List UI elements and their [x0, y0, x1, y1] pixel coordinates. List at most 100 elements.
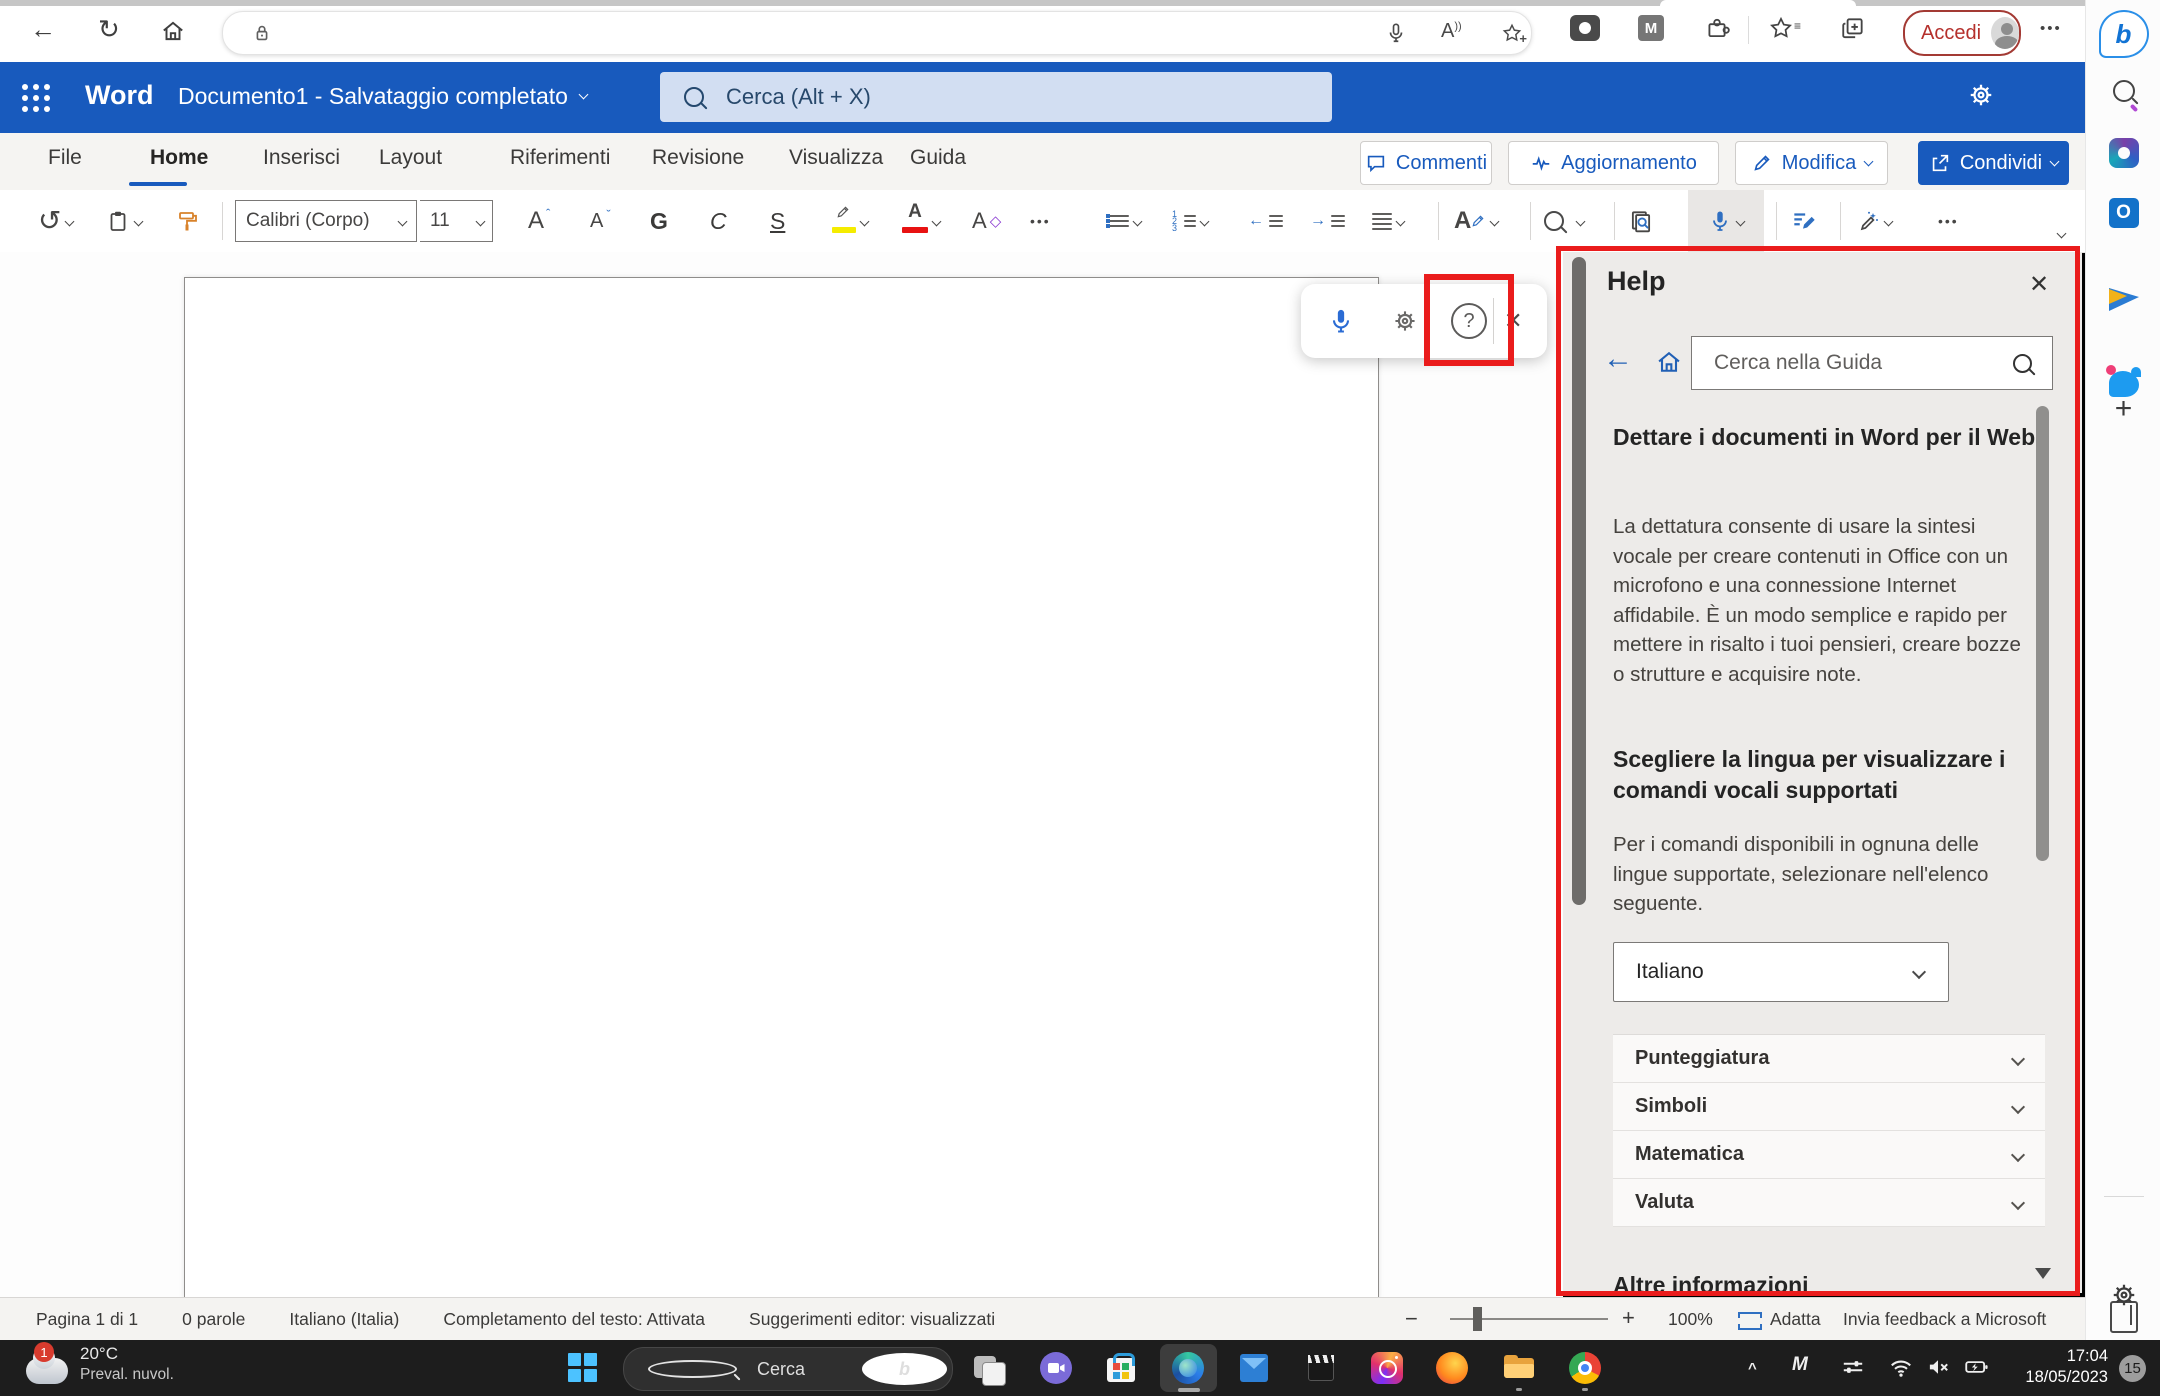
- tab-file[interactable]: File: [48, 146, 82, 170]
- extensions-puzzle-icon[interactable]: [1704, 15, 1730, 41]
- help-search-input[interactable]: [1712, 350, 2013, 376]
- dictate-button[interactable]: [1688, 190, 1764, 252]
- chat-teams-icon[interactable]: [1040, 1352, 1072, 1384]
- instagram-icon[interactable]: [1371, 1352, 1403, 1384]
- wifi-icon[interactable]: [1888, 1354, 1914, 1380]
- status-page-count[interactable]: Pagina 1 di 1: [36, 1309, 138, 1330]
- highlight-button[interactable]: [832, 190, 868, 252]
- taskbar-search-box[interactable]: Cerca b: [623, 1347, 953, 1391]
- text-effects-button[interactable]: A◇: [972, 190, 1001, 252]
- collections-icon[interactable]: [1840, 15, 1866, 41]
- document-title[interactable]: Documento1 - Salvataggio completato: [178, 83, 587, 110]
- dictation-close-icon[interactable]: ✕: [1504, 308, 1522, 334]
- extension-capture-icon[interactable]: [1570, 15, 1600, 41]
- document-page[interactable]: [184, 277, 1379, 1299]
- tab-inserisci[interactable]: Inserisci: [263, 146, 340, 170]
- sidebar-search-icon[interactable]: [2113, 80, 2135, 107]
- app-name[interactable]: Word: [85, 80, 154, 111]
- add-favorite-icon[interactable]: +: [1501, 22, 1523, 44]
- dictation-help-icon[interactable]: ?: [1451, 303, 1487, 339]
- dictation-mic-icon[interactable]: [1327, 307, 1355, 335]
- tab-guida[interactable]: Guida: [910, 146, 966, 170]
- italic-button[interactable]: C: [710, 190, 727, 252]
- volume-muted-icon[interactable]: [1925, 1354, 1951, 1380]
- paste-button[interactable]: [106, 190, 142, 252]
- chrome-icon[interactable]: [1569, 1352, 1601, 1384]
- status-editor-suggestions[interactable]: Suggerimenti editor: visualizzati: [749, 1309, 995, 1330]
- sidebar-settings-icon[interactable]: [2109, 1280, 2139, 1310]
- undo-button[interactable]: ↺: [38, 190, 73, 252]
- styles-button[interactable]: A: [1454, 190, 1498, 252]
- tab-riferimenti[interactable]: Riferimenti: [510, 146, 610, 170]
- tab-visualizza[interactable]: Visualizza: [789, 146, 883, 170]
- zoom-slider-thumb[interactable]: [1473, 1307, 1482, 1331]
- sign-in-button[interactable]: Accedi: [1903, 10, 2021, 56]
- firefox-icon[interactable]: [1436, 1352, 1468, 1384]
- outdent-button[interactable]: ←: [1248, 190, 1283, 252]
- zoom-out-button[interactable]: −: [1405, 1306, 1418, 1332]
- extension-m-icon[interactable]: M: [1638, 15, 1664, 41]
- clock[interactable]: 17:04 18/05/2023: [2025, 1346, 2108, 1388]
- tab-layout[interactable]: Layout: [379, 146, 442, 170]
- fit-width-label[interactable]: Adatta: [1770, 1309, 1821, 1330]
- toolbar-more-icon[interactable]: •••: [1938, 190, 1959, 252]
- help-scrollbar[interactable]: [2036, 406, 2049, 861]
- accordion-matematica[interactable]: Matematica: [1613, 1131, 2045, 1179]
- indent-button[interactable]: →: [1310, 190, 1345, 252]
- accordion-simboli[interactable]: Simboli: [1613, 1083, 2045, 1131]
- media-clapper-icon[interactable]: [1305, 1352, 1337, 1384]
- help-close-icon[interactable]: ✕: [2029, 270, 2049, 299]
- font-name-select[interactable]: Calibri (Corpo): [235, 190, 417, 252]
- header-search-box[interactable]: Cerca (Alt + X): [660, 72, 1332, 122]
- font-color-button[interactable]: A: [902, 190, 940, 252]
- format-painter-icon[interactable]: [176, 190, 200, 252]
- numbered-list-button[interactable]: 123: [1172, 190, 1208, 252]
- favorites-bar-icon[interactable]: ≡: [1768, 15, 1794, 41]
- immersive-reader-icon[interactable]: [1628, 190, 1654, 252]
- bullet-list-button[interactable]: [1106, 190, 1141, 252]
- help-search-box[interactable]: [1691, 336, 2053, 390]
- bing-chat-icon[interactable]: b: [2099, 10, 2149, 58]
- home-icon[interactable]: [160, 18, 186, 44]
- align-button[interactable]: [1372, 190, 1404, 252]
- zoom-level[interactable]: 100%: [1668, 1309, 1713, 1330]
- voice-search-icon[interactable]: [1385, 22, 1407, 44]
- document-scrollbar[interactable]: [1572, 257, 1586, 905]
- language-dropdown[interactable]: Italiano: [1613, 942, 1949, 1002]
- comments-button[interactable]: Commenti: [1360, 141, 1492, 185]
- status-language[interactable]: Italiano (Italia): [289, 1309, 399, 1330]
- tray-expand-icon[interactable]: ^: [1748, 1360, 1757, 1377]
- status-text-predictions[interactable]: Completamento del testo: Attivata: [443, 1309, 705, 1330]
- tray-m-icon[interactable]: M: [1792, 1354, 1808, 1376]
- start-button[interactable]: [568, 1353, 598, 1383]
- font-more-icon[interactable]: •••: [1030, 190, 1051, 252]
- feedback-link[interactable]: Invia feedback a Microsoft: [1843, 1309, 2046, 1330]
- settings-gear-icon[interactable]: [1966, 80, 1996, 110]
- tray-sliders-icon[interactable]: [1840, 1354, 1866, 1380]
- file-explorer-icon[interactable]: [1503, 1352, 1535, 1384]
- address-bar[interactable]: A)) +: [222, 11, 1532, 55]
- underline-button[interactable]: S: [770, 190, 785, 252]
- mail-icon[interactable]: [1238, 1352, 1270, 1384]
- drop-icon[interactable]: [2109, 288, 2139, 311]
- help-back-icon[interactable]: ←: [1603, 344, 1633, 374]
- grow-font-button[interactable]: Aˆ: [528, 190, 550, 252]
- zoom-in-button[interactable]: +: [1622, 1305, 1635, 1331]
- find-button[interactable]: [1544, 190, 1584, 252]
- scroll-down-arrow-icon[interactable]: [2035, 1268, 2051, 1279]
- refresh-icon[interactable]: ↻: [98, 16, 120, 42]
- site-lock-icon[interactable]: [251, 22, 273, 44]
- bold-button[interactable]: G: [650, 190, 668, 252]
- task-view-icon[interactable]: [974, 1352, 1006, 1384]
- read-aloud-icon[interactable]: A)): [1441, 20, 1462, 43]
- updates-button[interactable]: Aggiornamento: [1508, 141, 1719, 185]
- share-button[interactable]: Condividi: [1918, 141, 2069, 185]
- accordion-punteggiatura[interactable]: Punteggiatura: [1613, 1035, 2045, 1083]
- battery-icon[interactable]: [1963, 1354, 1989, 1380]
- fit-width-icon[interactable]: [1738, 1312, 1762, 1330]
- tab-revisione[interactable]: Revisione: [652, 146, 744, 170]
- tab-home[interactable]: Home: [150, 146, 208, 170]
- font-size-select[interactable]: 11: [420, 190, 493, 252]
- weather-widget[interactable]: 1 20°C Preval. nuvol.: [26, 1344, 174, 1384]
- browser-more-icon[interactable]: •••: [2040, 20, 2062, 37]
